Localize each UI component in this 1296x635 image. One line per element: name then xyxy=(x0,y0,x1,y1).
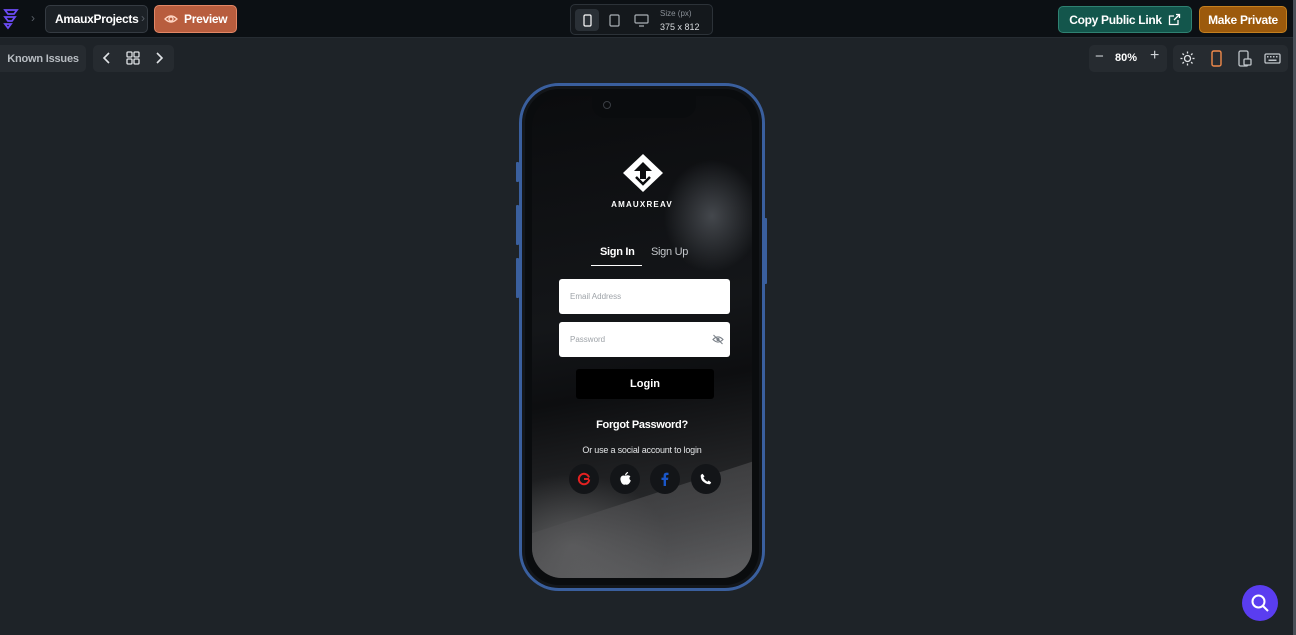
eye-icon xyxy=(164,15,178,23)
tablet-icon xyxy=(608,13,620,27)
chevron-right-icon[interactable] xyxy=(151,50,167,66)
email-field[interactable] xyxy=(559,279,699,314)
apple-icon xyxy=(619,472,631,485)
phone-notch xyxy=(592,96,696,118)
active-tab-indicator xyxy=(591,265,642,266)
size-value: 375 x 812 xyxy=(660,22,700,32)
search-icon xyxy=(1251,594,1269,612)
preview-button[interactable]: Preview xyxy=(154,5,238,33)
apple-login-button[interactable] xyxy=(610,464,640,494)
facebook-icon xyxy=(661,472,669,486)
phone-frame: AMAUXREAV Sign In Sign Up Login Forgot P… xyxy=(519,83,765,591)
background-graphic xyxy=(532,442,752,578)
make-private-button[interactable]: Make Private xyxy=(1199,6,1287,33)
breadcrumb-separator-icon: › xyxy=(31,11,35,25)
grid-icon[interactable] xyxy=(125,50,141,66)
app-logo-icon[interactable] xyxy=(2,8,20,30)
copy-public-link-button[interactable]: Copy Public Link xyxy=(1058,6,1192,33)
size-label: Size (px) xyxy=(660,9,692,18)
tab-sign-in[interactable]: Sign In xyxy=(600,246,635,258)
zoom-out-button[interactable]: − xyxy=(1095,48,1104,65)
zoom-control: − 80% + xyxy=(1089,45,1167,72)
known-issues-button[interactable]: Known Issues xyxy=(0,45,86,72)
camera-icon xyxy=(603,101,611,109)
copy-public-link-label: Copy Public Link xyxy=(1069,12,1162,27)
rotate-device-icon[interactable] xyxy=(1236,50,1253,67)
project-name: AmauxProjects xyxy=(55,12,139,26)
zoom-level: 80% xyxy=(1115,52,1138,64)
brand-name: AMAUXREAV xyxy=(611,200,673,209)
mobile-device-button[interactable] xyxy=(575,9,599,31)
mobile-icon xyxy=(582,13,592,27)
external-link-icon xyxy=(1168,13,1180,26)
brand-logo-icon xyxy=(623,154,663,192)
project-breadcrumb-button[interactable]: AmauxProjects xyxy=(45,5,149,33)
eye-off-icon[interactable] xyxy=(712,334,724,345)
social-login-text: Or use a social account to login xyxy=(582,445,702,455)
facebook-login-button[interactable] xyxy=(650,464,680,494)
keyboard-icon[interactable] xyxy=(1264,50,1281,67)
forgot-password-link[interactable]: Forgot Password? xyxy=(532,419,752,431)
breadcrumb-separator-icon: › xyxy=(141,11,145,25)
password-field-container xyxy=(559,322,730,357)
phone-frame-icon[interactable] xyxy=(1208,50,1225,67)
known-issues-label: Known Issues xyxy=(7,52,79,65)
screen-navigation xyxy=(93,45,174,72)
preview-label: Preview xyxy=(184,12,228,26)
login-label: Login xyxy=(630,378,660,390)
desktop-device-button[interactable] xyxy=(629,9,653,31)
make-private-label: Make Private xyxy=(1208,12,1278,27)
search-fab-button[interactable] xyxy=(1242,585,1278,621)
device-switcher: Size (px) 375 x 812 xyxy=(570,4,713,35)
phone-screen: AMAUXREAV Sign In Sign Up Login Forgot P… xyxy=(532,96,752,578)
google-icon xyxy=(577,472,591,486)
preview-tools xyxy=(1173,45,1288,72)
zoom-in-button[interactable]: + xyxy=(1150,47,1159,65)
login-button[interactable]: Login xyxy=(576,369,714,399)
top-bar: › AmauxProjects › Preview Size (px) 375 … xyxy=(0,0,1296,38)
tab-sign-up[interactable]: Sign Up xyxy=(651,246,688,258)
chevron-left-icon[interactable] xyxy=(99,50,115,66)
password-field[interactable] xyxy=(559,322,699,357)
email-field-container xyxy=(559,279,730,314)
google-login-button[interactable] xyxy=(569,464,599,494)
tablet-device-button[interactable] xyxy=(602,9,626,31)
desktop-icon xyxy=(633,13,649,27)
phone-icon xyxy=(700,473,712,485)
sun-icon[interactable] xyxy=(1179,50,1196,67)
phone-login-button[interactable] xyxy=(691,464,721,494)
